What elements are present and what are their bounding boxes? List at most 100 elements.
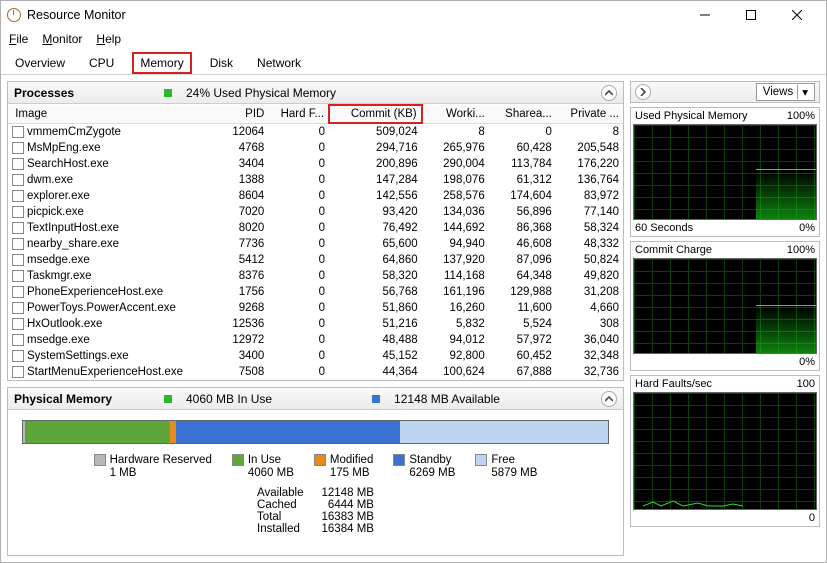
col-private[interactable]: Private ... [556,105,623,123]
tab-network[interactable]: Network [251,52,307,74]
cell-private: 136,764 [556,172,623,188]
inuse-led-icon [164,395,172,403]
table-row[interactable]: vmmemCmZygote120640509,024808 [8,123,623,140]
cell-image: msedge.exe [8,332,215,348]
table-row[interactable]: SearchHost.exe34040200,896290,004113,784… [8,156,623,172]
menu-file[interactable]: File [9,32,28,46]
cell-shareable: 174,604 [489,188,556,204]
right-toolbar: Views▾ [630,81,820,103]
cell-image: PowerToys.PowerAccent.exe [8,300,215,316]
views-dropdown[interactable]: Views▾ [756,83,815,101]
menu-help[interactable]: Help [96,32,121,46]
col-working[interactable]: Worki... [422,105,489,123]
cell-private: 50,824 [556,252,623,268]
col-image[interactable]: Image [8,105,215,123]
cell-working: 94,940 [422,236,489,252]
available-led-icon [372,395,380,403]
cell-private: 176,220 [556,156,623,172]
cell-working: 290,004 [422,156,489,172]
table-row[interactable]: PowerToys.PowerAccent.exe9268051,86016,2… [8,300,623,316]
cell-private: 36,040 [556,332,623,348]
cell-private: 83,972 [556,188,623,204]
close-button[interactable] [774,1,820,29]
cell-private: 205,548 [556,140,623,156]
physical-memory-header[interactable]: Physical Memory 4060 MB In Use 12148 MB … [8,388,623,410]
legend-free: Free [491,454,515,466]
col-shareable[interactable]: Sharea... [489,105,556,123]
stat-installed-value: 16384 MB [322,523,374,535]
processes-table-wrap[interactable]: Image PID Hard F... Commit (KB) Worki...… [8,104,623,380]
table-row[interactable]: SystemSettings.exe3400045,15292,80060,45… [8,348,623,364]
memory-stats: Available Cached Total Installed 12148 M… [22,487,609,535]
tabbar: Overview CPU Memory Disk Network [1,49,826,75]
cell-hardfaults: 0 [268,188,329,204]
cell-shareable: 5,524 [489,316,556,332]
processes-title: Processes [14,86,154,100]
table-row[interactable]: dwm.exe13880147,284198,07661,312136,764 [8,172,623,188]
table-row[interactable]: PhoneExperienceHost.exe1756056,768161,19… [8,284,623,300]
cell-image: vmmemCmZygote [8,123,215,140]
cell-working: 16,260 [422,300,489,316]
col-commit[interactable]: Commit (KB) [329,105,422,123]
cell-commit: 64,860 [329,252,422,268]
cell-private: 8 [556,123,623,140]
minimize-button[interactable] [682,1,728,29]
swatch-free-icon [475,454,487,466]
cell-pid: 7508 [215,364,268,380]
cell-image: HxOutlook.exe [8,316,215,332]
col-pid[interactable]: PID [215,105,268,123]
table-row[interactable]: StartMenuExperienceHost.exe7508044,36410… [8,364,623,380]
cell-shareable: 86,368 [489,220,556,236]
maximize-button[interactable] [728,1,774,29]
chart-hard-faults: Hard Faults/sec100 0 [630,375,820,527]
tab-memory[interactable]: Memory [132,52,191,74]
processes-header[interactable]: Processes 24% Used Physical Memory [8,82,623,104]
cell-image: dwm.exe [8,172,215,188]
cell-working: 94,012 [422,332,489,348]
tab-cpu[interactable]: CPU [83,52,120,74]
cell-shareable: 46,608 [489,236,556,252]
cell-commit: 147,284 [329,172,422,188]
table-row[interactable]: picpick.exe7020093,420134,03656,89677,14… [8,204,623,220]
table-row[interactable]: msedge.exe12972048,48894,01257,97236,040 [8,332,623,348]
cell-commit: 142,556 [329,188,422,204]
tab-overview[interactable]: Overview [9,52,71,74]
cell-image: TextInputHost.exe [8,220,215,236]
legend-free-value: 5879 MB [491,467,537,479]
cell-pid: 1756 [215,284,268,300]
collapse-button[interactable] [601,85,617,101]
chevron-right-icon [639,88,647,96]
table-row[interactable]: MsMpEng.exe47680294,716265,97660,428205,… [8,140,623,156]
hide-charts-button[interactable] [635,84,651,100]
swatch-inuse-icon [232,454,244,466]
seg-standby [176,421,400,443]
cell-shareable: 56,896 [489,204,556,220]
collapse-button-physical[interactable] [601,391,617,407]
seg-free [400,421,608,443]
table-row[interactable]: Taskmgr.exe8376058,320114,16864,34849,82… [8,268,623,284]
cell-commit: 65,600 [329,236,422,252]
table-row[interactable]: explorer.exe86040142,556258,576174,60483… [8,188,623,204]
cell-commit: 48,488 [329,332,422,348]
chart-hf-title: Hard Faults/sec [635,378,712,390]
cell-shareable: 60,428 [489,140,556,156]
tab-disk[interactable]: Disk [204,52,239,74]
cell-image: SystemSettings.exe [8,348,215,364]
table-row[interactable]: HxOutlook.exe12536051,2165,8325,524308 [8,316,623,332]
available-label: 12148 MB Available [394,392,500,406]
menu-monitor[interactable]: Monitor [42,32,82,46]
memory-bar [22,420,609,444]
cell-working: 137,920 [422,252,489,268]
cell-shareable: 113,784 [489,156,556,172]
cell-image: nearby_share.exe [8,236,215,252]
table-row[interactable]: TextInputHost.exe8020076,492144,69286,36… [8,220,623,236]
cell-shareable: 67,888 [489,364,556,380]
cell-private: 32,348 [556,348,623,364]
cell-shareable: 11,600 [489,300,556,316]
cell-working: 100,624 [422,364,489,380]
table-row[interactable]: nearby_share.exe7736065,60094,94046,6084… [8,236,623,252]
table-row[interactable]: msedge.exe5412064,860137,92087,09650,824 [8,252,623,268]
col-hard-faults[interactable]: Hard F... [268,105,329,123]
cell-pid: 8604 [215,188,268,204]
legend-modified-value: 175 MB [330,467,370,479]
